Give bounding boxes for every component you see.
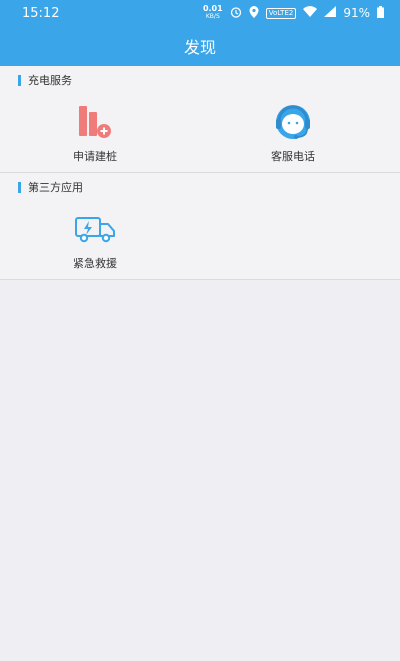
volte-badge: VoLTE2 xyxy=(265,7,297,19)
page-title: 发现 xyxy=(183,38,216,57)
status-bar: 15:12 0.01 KB/S VoLTE2 91% xyxy=(0,0,400,26)
network-speed: 0.01 KB/S xyxy=(202,4,223,21)
wifi-icon xyxy=(303,6,318,20)
apply-charging-pile-button[interactable]: 申请建桩 xyxy=(0,94,190,172)
section-divider xyxy=(0,279,400,280)
grid-item-label: 客服电话 xyxy=(271,150,315,163)
section-title: 充电服务 xyxy=(28,74,72,87)
section-accent-bar xyxy=(18,74,21,86)
grid-item-label: 申请建桩 xyxy=(73,150,117,163)
section-third-party-apps: 第三方应用 紧急救援 xyxy=(0,173,400,280)
battery-icon xyxy=(377,5,384,21)
rescue-truck-icon xyxy=(73,209,117,249)
section-header: 充电服务 xyxy=(0,66,400,94)
grid-item-label: 紧急救援 xyxy=(73,257,117,270)
battery-percent: 91% xyxy=(343,6,370,20)
status-icons: 0.01 KB/S VoLTE2 91% xyxy=(203,5,384,21)
section-accent-bar xyxy=(18,181,21,193)
location-icon xyxy=(249,5,259,21)
customer-service-phone-button[interactable]: 客服电话 xyxy=(198,94,388,172)
section-grid: 申请建桩 客服电话 xyxy=(0,94,400,172)
signal-icon xyxy=(324,6,337,20)
status-time: 15:12 xyxy=(22,5,60,21)
section-header: 第三方应用 xyxy=(0,173,400,201)
charging-pile-add-icon xyxy=(73,102,117,142)
section-title: 第三方应用 xyxy=(28,181,83,194)
section-charging-service: 充电服务 申请建桩 客服电话 xyxy=(0,66,400,173)
alarm-icon xyxy=(230,6,242,21)
customer-service-headset-icon xyxy=(271,102,315,142)
emergency-rescue-button[interactable]: 紧急救援 xyxy=(0,201,190,279)
section-grid: 紧急救援 xyxy=(0,201,400,279)
app-bar: 发现 xyxy=(0,26,400,66)
